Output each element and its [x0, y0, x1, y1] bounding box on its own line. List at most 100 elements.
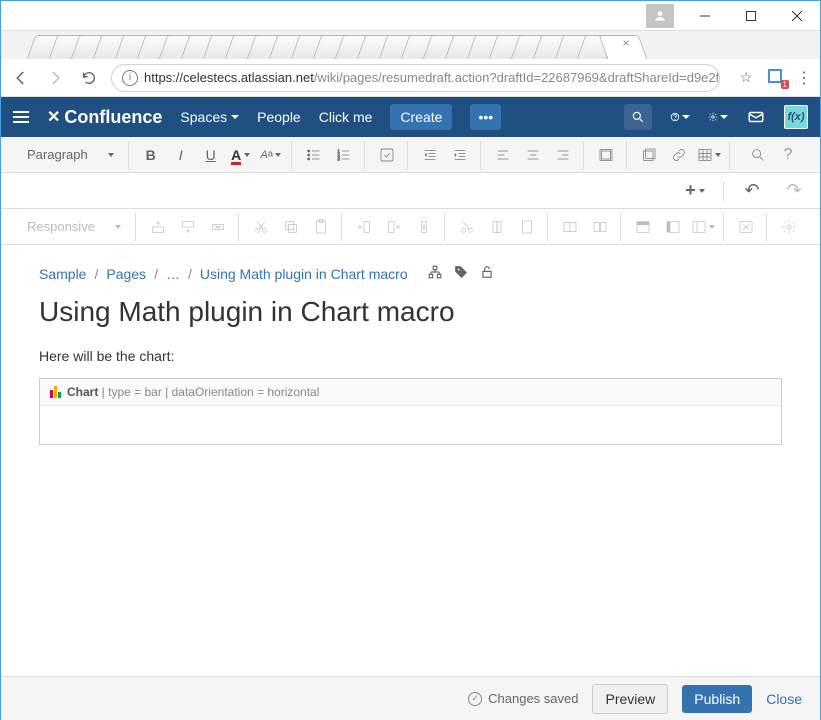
- breadcrumb-current[interactable]: Using Math plugin in Chart macro: [200, 266, 408, 282]
- browser-menu-button[interactable]: ⋮: [796, 68, 812, 88]
- underline-button[interactable]: U: [197, 141, 225, 169]
- chrome-user-icon[interactable]: [646, 4, 674, 28]
- outdent-button[interactable]: [416, 141, 444, 169]
- window-minimize-button[interactable]: [682, 1, 728, 31]
- restrictions-icon[interactable]: [480, 265, 494, 282]
- labels-icon[interactable]: [454, 265, 468, 282]
- row-delete-button: [204, 213, 232, 241]
- app-nav: ✕Confluence Spaces People Click me Creat…: [1, 97, 820, 137]
- cut-row-button: [247, 213, 275, 241]
- breadcrumb-ellipsis[interactable]: …: [166, 266, 180, 282]
- browser-address-bar: i https://celestecs.atlassian.net/wiki/p…: [1, 59, 820, 97]
- site-info-icon[interactable]: i: [122, 70, 138, 86]
- window-titlebar: [1, 1, 820, 31]
- macro-header: Chart | type = bar | dataOrientation = h…: [40, 379, 781, 406]
- paragraph-style-select[interactable]: Paragraph: [19, 147, 122, 162]
- product-name: Confluence: [64, 107, 162, 128]
- breadcrumb-pages[interactable]: Pages: [106, 266, 146, 282]
- cut-col-button: [453, 213, 481, 241]
- help-button[interactable]: [670, 107, 690, 127]
- align-right-button[interactable]: [549, 141, 577, 169]
- save-status: ✓Changes saved: [468, 691, 578, 706]
- col-right-button: [380, 213, 408, 241]
- header-row-button: [629, 213, 657, 241]
- create-button[interactable]: Create: [390, 104, 452, 130]
- files-button[interactable]: [635, 141, 663, 169]
- create-more-button[interactable]: •••: [470, 104, 501, 130]
- page-title[interactable]: Using Math plugin in Chart macro: [39, 296, 782, 328]
- bullet-list-button[interactable]: [300, 141, 328, 169]
- caret-down-icon: [244, 153, 250, 157]
- browser-tabstrip: ×: [1, 31, 820, 59]
- breadcrumb-sample[interactable]: Sample: [39, 266, 86, 282]
- extension-badge: 1: [781, 80, 789, 89]
- responsive-select[interactable]: Responsive: [19, 219, 129, 234]
- split-cells-button: [586, 213, 614, 241]
- nav-spaces[interactable]: Spaces: [180, 109, 239, 125]
- insert-button[interactable]: +: [681, 177, 709, 205]
- bookmark-star-icon[interactable]: ☆: [734, 66, 758, 90]
- link-button[interactable]: [665, 141, 693, 169]
- close-button[interactable]: Close: [766, 691, 802, 707]
- delete-table-button: [732, 213, 760, 241]
- page-layout-button[interactable]: [592, 141, 620, 169]
- table-settings-button: [775, 213, 803, 241]
- publish-button[interactable]: Publish: [682, 685, 752, 713]
- editor-toolbar-2: + ↶ ↷: [1, 173, 820, 209]
- search-button[interactable]: [624, 104, 652, 130]
- italic-button[interactable]: I: [167, 141, 195, 169]
- url-input[interactable]: i https://celestecs.atlassian.net/wiki/p…: [111, 64, 720, 92]
- nav-clickme[interactable]: Click me: [319, 109, 373, 125]
- editor-toolbar-1: Paragraph B I U A Aᵃ 123 ?: [1, 137, 820, 173]
- chart-macro[interactable]: Chart | type = bar | dataOrientation = h…: [39, 378, 782, 445]
- editor-content[interactable]: Sample / Pages / … / Using Math plugin i…: [1, 245, 820, 677]
- macro-body[interactable]: [40, 406, 781, 444]
- page-body-text[interactable]: Here will be the chart:: [39, 348, 782, 364]
- paste-row-button: [307, 213, 335, 241]
- numbered-list-button[interactable]: 123: [330, 141, 358, 169]
- merge-cells-button: [556, 213, 584, 241]
- nav-people[interactable]: People: [257, 109, 301, 125]
- app-menu-button[interactable]: [13, 111, 29, 123]
- align-left-button[interactable]: [489, 141, 517, 169]
- tab-close-icon[interactable]: ×: [603, 36, 641, 50]
- browser-tab-active[interactable]: ×: [599, 35, 648, 59]
- find-button[interactable]: [744, 141, 772, 169]
- preview-button[interactable]: Preview: [592, 684, 668, 714]
- bold-button[interactable]: B: [137, 141, 165, 169]
- check-icon: ✓: [468, 692, 482, 706]
- settings-button[interactable]: [708, 107, 728, 127]
- table-button[interactable]: [695, 141, 723, 169]
- macro-name: Chart: [67, 385, 98, 399]
- extension-icon[interactable]: 1: [768, 69, 786, 87]
- copy-col-button: [483, 213, 511, 241]
- chart-icon: [50, 386, 61, 398]
- window-close-button[interactable]: [774, 1, 820, 31]
- reload-button[interactable]: [77, 66, 101, 90]
- caret-down-icon: [699, 189, 705, 193]
- task-list-button[interactable]: [373, 141, 401, 169]
- caret-down-icon: [682, 115, 690, 119]
- macro-params: | type = bar | dataOrientation = horizon…: [98, 385, 319, 399]
- page-tree-icon[interactable]: [428, 265, 442, 282]
- redo-button[interactable]: ↷: [780, 177, 808, 205]
- breadcrumb: Sample / Pages / … / Using Math plugin i…: [39, 265, 782, 282]
- svg-text:3: 3: [337, 156, 340, 161]
- editor-toolbar-3: Responsive: [1, 209, 820, 245]
- more-formatting-button[interactable]: Aᵃ: [257, 141, 285, 169]
- app-switcher-icon[interactable]: f(x): [784, 105, 808, 129]
- window-maximize-button[interactable]: [728, 1, 774, 31]
- url-host: https://celestecs.atlassian.net: [144, 70, 314, 85]
- back-button[interactable]: [9, 66, 33, 90]
- forward-button: [43, 66, 67, 90]
- align-center-button[interactable]: [519, 141, 547, 169]
- paste-col-button: [513, 213, 541, 241]
- indent-button[interactable]: [446, 141, 474, 169]
- caret-down-icon: [275, 153, 281, 157]
- confluence-logo[interactable]: ✕Confluence: [47, 107, 162, 128]
- help-editor-button[interactable]: ?: [774, 141, 802, 169]
- undo-button[interactable]: ↶: [738, 177, 766, 205]
- text-color-button[interactable]: A: [227, 141, 255, 169]
- notifications-button[interactable]: [746, 107, 766, 127]
- copy-row-button: [277, 213, 305, 241]
